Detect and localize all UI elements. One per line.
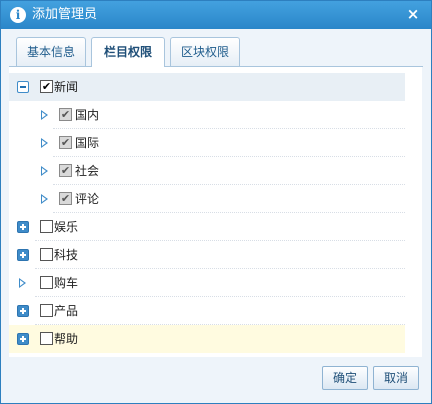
collapse-icon[interactable] (17, 81, 29, 93)
tree-node-label: 娱乐 (54, 220, 79, 234)
tree-node-label: 社会 (75, 164, 100, 178)
expand-arrow-icon[interactable] (19, 278, 26, 288)
tab-block-permissions[interactable]: 区块权限 (170, 37, 240, 66)
expand-arrow-icon[interactable] (41, 194, 48, 204)
cancel-button[interactable]: 取消 (373, 366, 419, 390)
expand-plus-icon[interactable] (17, 249, 29, 261)
tree-node-label: 产品 (54, 304, 79, 318)
dialog-title: 添加管理员 (32, 7, 98, 22)
checkbox-society[interactable]: ✔ (59, 164, 72, 177)
tab-basic-info[interactable]: 基本信息 (16, 37, 86, 66)
checkbox-international[interactable]: ✔ (59, 136, 72, 149)
tree-node-entertainment[interactable]: 娱乐 (9, 213, 405, 241)
tree-node-label: 新闻 (54, 80, 79, 94)
tree-node-label: 购车 (54, 276, 79, 290)
tree-node-help[interactable]: 帮助 (9, 325, 405, 353)
close-icon[interactable]: × (405, 6, 421, 22)
permission-tree-panel: ✔ 新闻 ✔ 国内 ✔ 国际 ✔ 社会 ✔ 评论 娱乐 科技 购车 产品 帮助 (9, 67, 422, 357)
checkbox-commentary[interactable]: ✔ (59, 192, 72, 205)
expand-arrow-icon[interactable] (41, 110, 48, 120)
tree-node-label: 评论 (75, 192, 100, 206)
info-icon: i (10, 7, 26, 23)
tree-node-technology[interactable]: 科技 (9, 241, 405, 269)
checkbox-help[interactable] (40, 332, 53, 345)
expand-plus-icon[interactable] (17, 333, 29, 345)
tree-node-label: 帮助 (54, 332, 79, 346)
tree-node-international[interactable]: ✔ 国际 (9, 129, 405, 157)
expand-arrow-icon[interactable] (41, 138, 48, 148)
checkbox-technology[interactable] (40, 248, 53, 261)
tree-node-products[interactable]: 产品 (9, 297, 405, 325)
tree-node-news[interactable]: ✔ 新闻 (9, 73, 405, 101)
checkbox-entertainment[interactable] (40, 220, 53, 233)
checkbox-car-buying[interactable] (40, 276, 53, 289)
checkbox-domestic[interactable]: ✔ (59, 108, 72, 121)
tree-node-label: 国内 (75, 108, 100, 122)
tree-node-society[interactable]: ✔ 社会 (9, 157, 405, 185)
checkbox-products[interactable] (40, 304, 53, 317)
tree-node-commentary[interactable]: ✔ 评论 (9, 185, 405, 213)
confirm-button[interactable]: 确定 (322, 366, 368, 390)
tree-node-car-buying[interactable]: 购车 (9, 269, 405, 297)
expand-plus-icon[interactable] (17, 305, 29, 317)
tree-node-domestic[interactable]: ✔ 国内 (9, 101, 405, 129)
expand-arrow-icon[interactable] (41, 166, 48, 176)
add-admin-dialog: i 添加管理员 × 基本信息 栏目权限 区块权限 ✔ 新闻 ✔ 国内 ✔ 国际 (0, 0, 432, 404)
tab-column-permissions[interactable]: 栏目权限 (91, 37, 165, 67)
expand-plus-icon[interactable] (17, 221, 29, 233)
tree-node-label: 国际 (75, 136, 100, 150)
dialog-titlebar[interactable]: i 添加管理员 × (1, 1, 431, 29)
dialog-footer: 确定 取消 (1, 357, 431, 403)
tree-node-label: 科技 (54, 248, 79, 262)
checkbox-news[interactable]: ✔ (40, 80, 53, 93)
